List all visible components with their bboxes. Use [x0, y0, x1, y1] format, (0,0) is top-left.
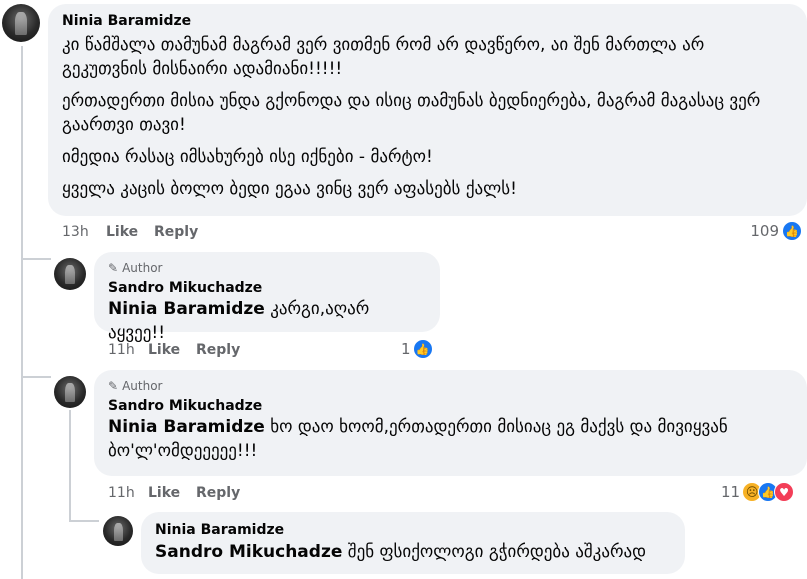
comment-bubble: ✎ Author Sandro Mikuchadze Ninia Baramid…: [94, 370, 807, 476]
thread-line-main: [21, 46, 23, 579]
comment-author[interactable]: Ninia Baramidze: [62, 13, 793, 29]
comment-text: Sandro Mikuchadze შენ ფსიქოლოგი გჭირდება…: [155, 540, 671, 564]
reaction-summary[interactable]: 1 👍: [401, 339, 433, 359]
thread-connector-3: [69, 520, 99, 522]
avatar[interactable]: [54, 258, 86, 290]
comment-bubble: ✎ Author Sandro Mikuchadze Ninia Baramid…: [94, 252, 440, 343]
author-badge: ✎ Author: [108, 379, 793, 393]
like-button[interactable]: Like: [148, 485, 180, 501]
reaction-summary[interactable]: 109 👍: [750, 221, 802, 241]
comment-paragraph: ყველა კაცის ბოლო ბედი ეგაა ვინც ვერ აფას…: [62, 179, 517, 199]
comment-text: Ninia Baramidze კარგი,აღარ აყვეე!!: [108, 297, 426, 345]
comment-text: კი წამშალა თამუნამ მაგრამ ვერ ვითმენ რომ…: [62, 33, 793, 201]
comment-author[interactable]: Sandro Mikuchadze: [108, 398, 793, 414]
thread-line-sub: [69, 410, 71, 522]
thread-connector-2: [21, 376, 51, 378]
author-badge-label: Author: [122, 379, 163, 393]
pen-icon: ✎: [108, 261, 119, 275]
comment-paragraph: ერთადერთი მისია უნდა გქონოდა და ისიც თამ…: [62, 91, 761, 135]
avatar[interactable]: [103, 516, 133, 546]
comment-bubble: Ninia Baramidze Sandro Mikuchadze შენ ფს…: [141, 512, 685, 574]
love-reaction-icon: ♥: [774, 482, 795, 502]
mention-link[interactable]: Sandro Mikuchadze: [155, 542, 342, 562]
comment-bubble: Ninia Baramidze კი წამშალა თამუნამ მაგრა…: [48, 4, 807, 216]
comment-time[interactable]: 11h: [108, 342, 135, 358]
comment-text: Ninia Baramidze ხო დაო ხოომ,ერთადერთი მი…: [108, 415, 793, 463]
thread-connector-1: [21, 258, 51, 260]
comment-paragraph: კი წამშალა თამუნამ მაგრამ ვერ ვითმენ რომ…: [62, 35, 705, 79]
author-badge-label: Author: [122, 261, 163, 275]
reply-button[interactable]: Reply: [196, 485, 240, 501]
mention-link[interactable]: Ninia Baramidze: [108, 299, 265, 319]
comment-body: შენ ფსიქოლოგი გჭირდება აშკარად: [342, 542, 647, 562]
reply-button[interactable]: Reply: [154, 224, 198, 240]
reaction-summary[interactable]: 11 ☹ 👍 ♥: [721, 482, 795, 502]
comment-time[interactable]: 11h: [108, 485, 135, 501]
mention-link[interactable]: Ninia Baramidze: [108, 417, 265, 437]
like-reaction-icon: 👍: [412, 339, 433, 359]
like-reaction-icon: 👍: [782, 221, 802, 241]
reaction-count: 109: [750, 222, 779, 240]
comment-author[interactable]: Sandro Mikuchadze: [108, 280, 426, 296]
pen-icon: ✎: [108, 379, 119, 393]
avatar[interactable]: [2, 4, 40, 42]
reaction-count: 11: [721, 483, 741, 501]
comment-time[interactable]: 13h: [62, 224, 89, 240]
like-button[interactable]: Like: [106, 224, 138, 240]
comment-paragraph: იმედია რასაც იმსახურებ ისე იქნები - მარტ…: [62, 147, 433, 167]
reaction-count: 1: [401, 340, 411, 358]
author-badge: ✎ Author: [108, 261, 426, 275]
reply-button[interactable]: Reply: [196, 342, 240, 358]
avatar[interactable]: [54, 376, 86, 408]
like-button[interactable]: Like: [148, 342, 180, 358]
comment-author[interactable]: Ninia Baramidze: [155, 522, 671, 538]
